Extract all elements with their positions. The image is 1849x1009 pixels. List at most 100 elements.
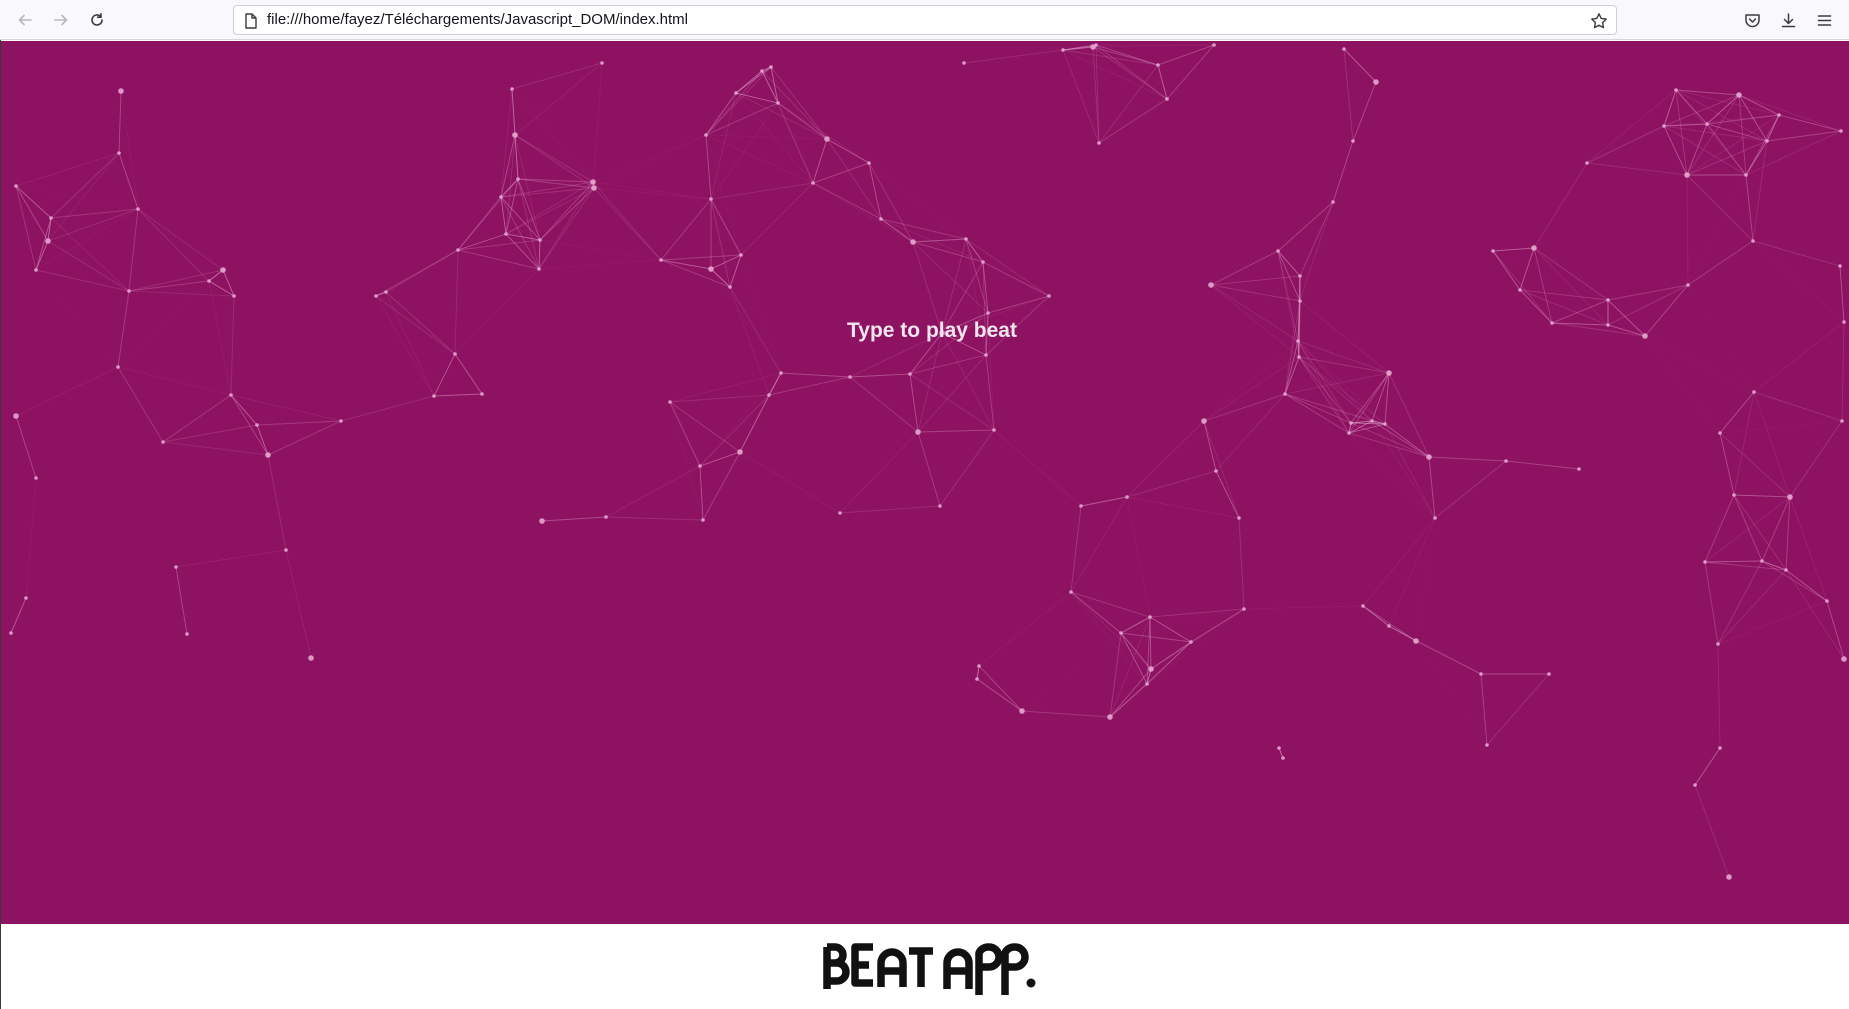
particle-link <box>978 591 1072 667</box>
particle-link <box>375 295 435 397</box>
particle-link <box>1745 114 1780 176</box>
particle-link <box>1243 605 1364 610</box>
particle-node <box>1705 122 1709 126</box>
back-button[interactable] <box>11 6 39 34</box>
particle-node <box>118 88 124 94</box>
particle-link <box>1826 600 1845 660</box>
type-to-play-prompt: Type to play beat <box>847 319 1017 342</box>
particle-node <box>453 352 457 356</box>
particle-node <box>1840 419 1844 423</box>
downloads-button[interactable] <box>1774 6 1802 34</box>
page-icon <box>245 13 257 29</box>
particle-node <box>1212 43 1216 47</box>
particle-link <box>592 181 712 200</box>
particle-node <box>232 294 236 298</box>
particle-link <box>592 134 707 183</box>
particle-link <box>1109 668 1152 718</box>
particle-link <box>602 63 706 135</box>
particle-node <box>1433 516 1437 520</box>
particle-link <box>175 566 188 635</box>
particle-link <box>340 395 435 422</box>
particle-link <box>1203 420 1240 519</box>
particle-link <box>669 401 741 453</box>
particle-link <box>1694 747 1721 786</box>
particle-node <box>24 596 28 600</box>
particle-link <box>500 134 516 198</box>
particle-node <box>1777 113 1781 117</box>
particle-link <box>385 291 435 397</box>
particle-node <box>824 136 830 142</box>
particle-node <box>1716 642 1720 646</box>
particle-link <box>1332 140 1354 203</box>
particle-link <box>710 182 814 200</box>
menu-button[interactable] <box>1810 6 1838 34</box>
particle-link <box>1717 569 1787 645</box>
arrow-right-icon <box>54 14 68 26</box>
particle-link <box>1070 591 1148 685</box>
particle-link <box>1120 632 1192 643</box>
particle-node <box>1148 615 1152 619</box>
particle-link <box>1070 591 1122 634</box>
particle-link <box>1644 335 1721 434</box>
particle-link <box>1533 247 1609 301</box>
particle-node <box>704 133 708 137</box>
particle-link <box>1371 420 1436 519</box>
particle-node <box>1839 129 1843 133</box>
beat-app-logo <box>823 943 1036 995</box>
particle-link <box>1704 494 1735 563</box>
particle-node <box>1156 63 1160 67</box>
particle-node <box>600 61 604 65</box>
particle-node <box>1283 392 1287 396</box>
particle-link <box>1663 125 1768 142</box>
particle-link <box>1343 48 1377 83</box>
particle-node <box>1145 682 1149 686</box>
forward-button[interactable] <box>47 6 75 34</box>
particle-link <box>117 366 164 443</box>
particle-node <box>867 161 871 165</box>
address-bar[interactable]: file:///home/fayez/Téléchargements/Javas… <box>233 5 1617 35</box>
particle-link <box>839 431 919 514</box>
reload-button[interactable] <box>83 6 111 34</box>
particle-link <box>1149 608 1245 618</box>
particle-link <box>768 376 851 396</box>
pocket-button[interactable] <box>1738 6 1766 34</box>
particle-node <box>701 518 705 522</box>
particle-node <box>255 423 259 427</box>
particle-link <box>1126 496 1151 618</box>
particle-node <box>1426 454 1432 460</box>
particle-node <box>1577 467 1581 471</box>
particle-link <box>1080 496 1128 507</box>
particle-node <box>339 419 343 423</box>
particle-node <box>908 372 912 376</box>
beat-stage[interactable]: Type to play beat <box>1 41 1849 924</box>
star-icon[interactable] <box>1590 12 1608 30</box>
particle-link <box>1203 420 1217 472</box>
particle-node <box>1090 44 1096 50</box>
particle-link <box>670 287 730 402</box>
particle-link <box>978 665 1023 712</box>
particle-node <box>986 311 990 315</box>
particle-node <box>207 279 211 283</box>
particle-link <box>660 259 712 270</box>
particle-link <box>1362 517 1436 607</box>
particle-node <box>432 394 436 398</box>
particle-link <box>1519 247 1535 291</box>
url-text[interactable]: file:///home/fayez/Téléchargements/Javas… <box>267 6 688 34</box>
particle-link <box>1215 470 1240 519</box>
particle-node <box>1297 355 1301 359</box>
particle-link <box>1095 44 1168 100</box>
particle-link <box>15 366 119 417</box>
particle-node <box>13 413 19 419</box>
particle-link <box>1733 494 1763 562</box>
particle-node <box>708 266 714 272</box>
particle-node <box>1718 431 1722 435</box>
particle-node <box>1165 97 1169 101</box>
particle-node <box>915 429 921 435</box>
particle-link <box>705 134 814 184</box>
particle-node <box>728 285 732 289</box>
particle-node <box>1606 298 1610 302</box>
particle-link <box>1371 372 1390 422</box>
particle-link <box>849 376 919 433</box>
particle-link <box>230 295 235 396</box>
particle-node <box>1373 79 1379 85</box>
